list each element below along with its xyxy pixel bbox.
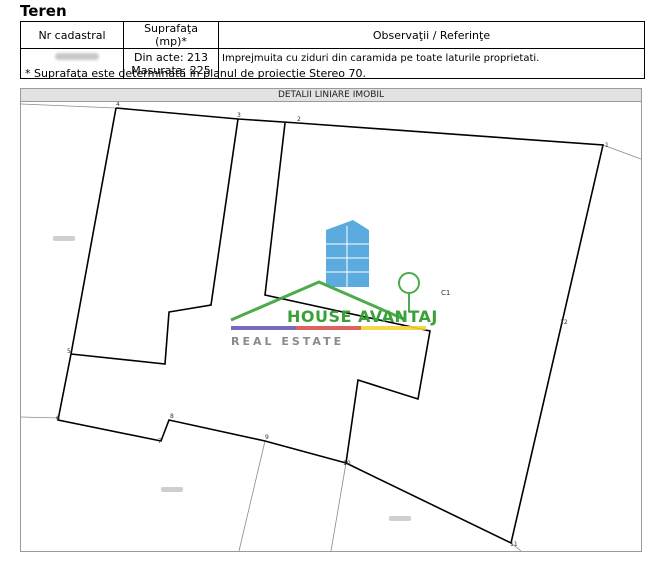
logo-name: HOUSE AVANTAJ [287, 307, 438, 326]
parcel-plan: 1 2 3 4 5 6 7 8 9 10 11 12 C1 [21, 102, 641, 551]
tree-icon [398, 272, 420, 294]
point-label: 4 [116, 102, 120, 108]
redacted-label [389, 516, 411, 521]
redacted-value [55, 53, 99, 60]
logo-tagline: REAL ESTATE [231, 335, 345, 348]
redacted-label [161, 487, 183, 492]
neighbor-building-outline [70, 118, 239, 365]
point-label: 12 [560, 319, 568, 326]
point-label: 11 [510, 541, 518, 548]
point-label: 10 [343, 460, 351, 467]
parcel-boundary-west [57, 107, 347, 464]
building-label: C1 [441, 289, 450, 297]
point-label: 5 [67, 348, 71, 355]
point-label: 9 [265, 434, 269, 441]
point-label: 8 [170, 413, 174, 420]
point-label: 6 [56, 415, 60, 422]
panel-header: DETALII LINIARE IMOBIL [21, 89, 641, 102]
point-label: 2 [297, 116, 301, 123]
header-suprafata: Suprafaţa (mp)* [123, 21, 219, 49]
neighbor-line [21, 416, 60, 419]
suprafata-din-acte: Din acte: 213 [133, 50, 209, 64]
neighbor-line [238, 440, 266, 551]
header-observatii: Observaţii / Referinţe [218, 21, 645, 49]
neighbor-line [330, 462, 347, 551]
header-nr-cadastral: Nr cadastral [20, 21, 124, 49]
point-label: 7 [158, 438, 162, 445]
point-label: 3 [237, 112, 241, 119]
redacted-label [53, 236, 75, 241]
section-title: Teren [20, 2, 67, 20]
footnote: * Suprafaţa este determinată în planul d… [25, 67, 367, 80]
logo-bar-purple [231, 326, 296, 330]
logo-bar-yellow [361, 326, 426, 330]
neighbor-line [21, 103, 117, 109]
logo-bar-red [296, 326, 361, 330]
plan-panel: DETALII LINIARE IMOBIL 1 2 3 4 5 6 7 8 9… [20, 88, 642, 552]
point-label: 1 [605, 142, 609, 149]
